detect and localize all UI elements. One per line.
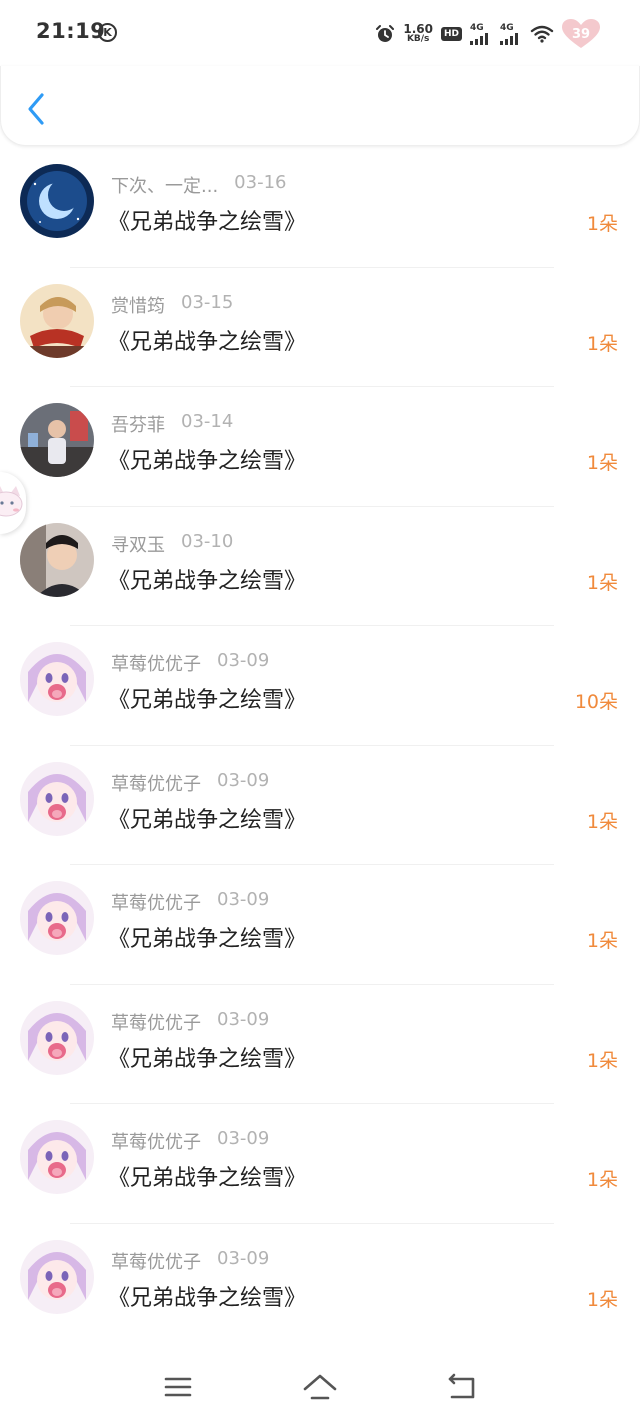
record-date: 03-09 [217,769,270,791]
signal-icon: 4G [470,22,492,45]
alarm-icon [376,25,395,42]
avatar[interactable] [20,642,94,716]
list-item[interactable]: 草莓优优子 03-09 《兄弟战争之绘雪》 1朵 [0,746,640,865]
sim1-label: 4G [470,22,484,33]
home-icon [303,1374,337,1400]
back-nav-button[interactable] [440,1370,484,1404]
book-title[interactable]: 《兄弟战争之绘雪》 [108,1041,306,1073]
record-date: 03-09 [217,650,270,671]
username[interactable]: 草莓优优子 [111,650,201,676]
net-speed: 1.60 KB/s [403,22,433,44]
avatar[interactable] [20,1000,94,1075]
gift-amount: 1朵 [586,1049,618,1072]
avatar[interactable] [20,1239,94,1314]
home-button[interactable] [298,1370,342,1404]
username[interactable]: 赏惜筠 [111,292,165,318]
username[interactable]: 吾芬菲 [111,411,165,437]
username[interactable]: 草莓优优子 [111,770,201,796]
book-title[interactable]: 《兄弟战争之绘雪》 [108,324,306,356]
avatar[interactable] [20,522,94,597]
back-nav-icon [448,1373,475,1399]
list-item[interactable]: 草莓优优子 03-09 《兄弟战争之绘雪》 1朵 [0,1224,640,1344]
list-item[interactable]: 寻双玉 03-10 《兄弟战争之绘雪》 1朵 [0,507,640,626]
list-item[interactable]: 草莓优优子 03-09 《兄弟战争之绘雪》 1朵 [0,865,640,985]
book-title[interactable]: 《兄弟战争之绘雪》 [108,204,306,236]
gift-amount: 1朵 [586,930,618,952]
gift-amount: 1朵 [586,452,618,474]
book-title[interactable]: 《兄弟战争之绘雪》 [108,443,306,475]
signal-icon: 4G [500,22,522,45]
user-info: 草莓优优子 03-09 [111,770,269,796]
system-navigation-bar [0,1350,640,1423]
record-date: 03-09 [217,889,270,910]
list-item[interactable]: 赏惜筠 03-15 《兄弟战争之绘雪》 1朵 [0,268,640,387]
gift-amount: 1朵 [586,810,618,833]
record-date: 03-10 [181,530,234,552]
list-item[interactable]: 下次、一定... 03-16 《兄弟战争之绘雪》 1朵 [0,148,640,268]
gift-amount: 1朵 [586,1169,618,1191]
user-info: 下次、一定... 03-16 [111,172,286,198]
user-info: 赏惜筠 03-15 [111,292,233,318]
wifi-icon [530,25,554,43]
chevron-left-icon [28,93,44,125]
user-info: 草莓优优子 03-09 [111,1128,269,1154]
status-icons: 1.60 KB/s HD 4G 4G 39 [375,18,600,50]
book-title[interactable]: 《兄弟战争之绘雪》 [108,802,306,834]
battery-heart-icon: 39 [562,19,600,49]
book-title[interactable]: 《兄弟战争之绘雪》 [108,921,306,953]
username[interactable]: 寻双玉 [111,531,165,557]
book-title[interactable]: 《兄弟战争之绘雪》 [108,1280,306,1312]
menu-icon [164,1377,192,1397]
user-info: 寻双玉 03-10 [111,531,233,557]
menu-button[interactable] [156,1370,200,1404]
gift-record-list: 下次、一定... 03-16 《兄弟战争之绘雪》 1朵 赏惜筠 03-15 《兄… [0,148,640,1343]
gift-amount: 1朵 [586,571,618,594]
back-button[interactable] [19,92,53,126]
gift-amount: 1朵 [586,332,618,355]
net-speed-unit: KB/s [406,34,430,44]
list-item[interactable]: 草莓优优子 03-09 《兄弟战争之绘雪》 1朵 [0,985,640,1104]
status-bar: 21:19 K 1.60 KB/s HD 4G 4G 39 [0,0,640,66]
avatar[interactable] [20,761,94,836]
user-info: 吾芬菲 03-14 [111,411,233,437]
list-item[interactable]: 草莓优优子 03-09 《兄弟战争之绘雪》 1朵 [0,1104,640,1224]
sim2-label: 4G [500,22,514,33]
user-info: 草莓优优子 03-09 [111,1009,269,1035]
record-date: 03-09 [217,1128,270,1149]
record-date: 03-09 [217,1247,270,1269]
battery-level: 39 [571,27,591,42]
list-item[interactable]: 草莓优优子 03-09 《兄弟战争之绘雪》 10朵 [0,626,640,746]
record-date: 03-15 [181,291,234,313]
book-title[interactable]: 《兄弟战争之绘雪》 [108,563,306,595]
username[interactable]: 草莓优优子 [111,889,201,915]
record-date: 03-09 [217,1008,270,1030]
gift-amount: 1朵 [586,1288,618,1311]
username[interactable]: 草莓优优子 [111,1128,201,1154]
hd-icon: HD [440,27,462,41]
net-speed-value: 1.60 [403,22,433,36]
avatar[interactable] [20,403,94,477]
record-date: 03-14 [181,411,234,432]
list-item[interactable]: 吾芬菲 03-14 《兄弟战争之绘雪》 1朵 [0,387,640,507]
record-date: 03-16 [234,172,287,193]
avatar[interactable] [20,1120,94,1194]
avatar[interactable] [20,164,94,238]
username[interactable]: 下次、一定... [111,172,218,198]
status-time: 21:19 [36,19,106,43]
user-info: 草莓优优子 03-09 [111,1248,269,1274]
book-title[interactable]: 《兄弟战争之绘雪》 [108,682,306,714]
username[interactable]: 草莓优优子 [111,1248,201,1274]
gift-amount: 10朵 [574,691,618,713]
avatar[interactable] [20,283,94,358]
k-badge-icon: K [98,23,117,42]
gift-amount: 1朵 [586,213,618,235]
user-info: 草莓优优子 03-09 [111,889,269,915]
top-header [0,66,640,146]
avatar[interactable] [20,881,94,955]
user-info: 草莓优优子 03-09 [111,650,269,676]
book-title[interactable]: 《兄弟战争之绘雪》 [108,1160,306,1192]
username[interactable]: 草莓优优子 [111,1009,201,1035]
